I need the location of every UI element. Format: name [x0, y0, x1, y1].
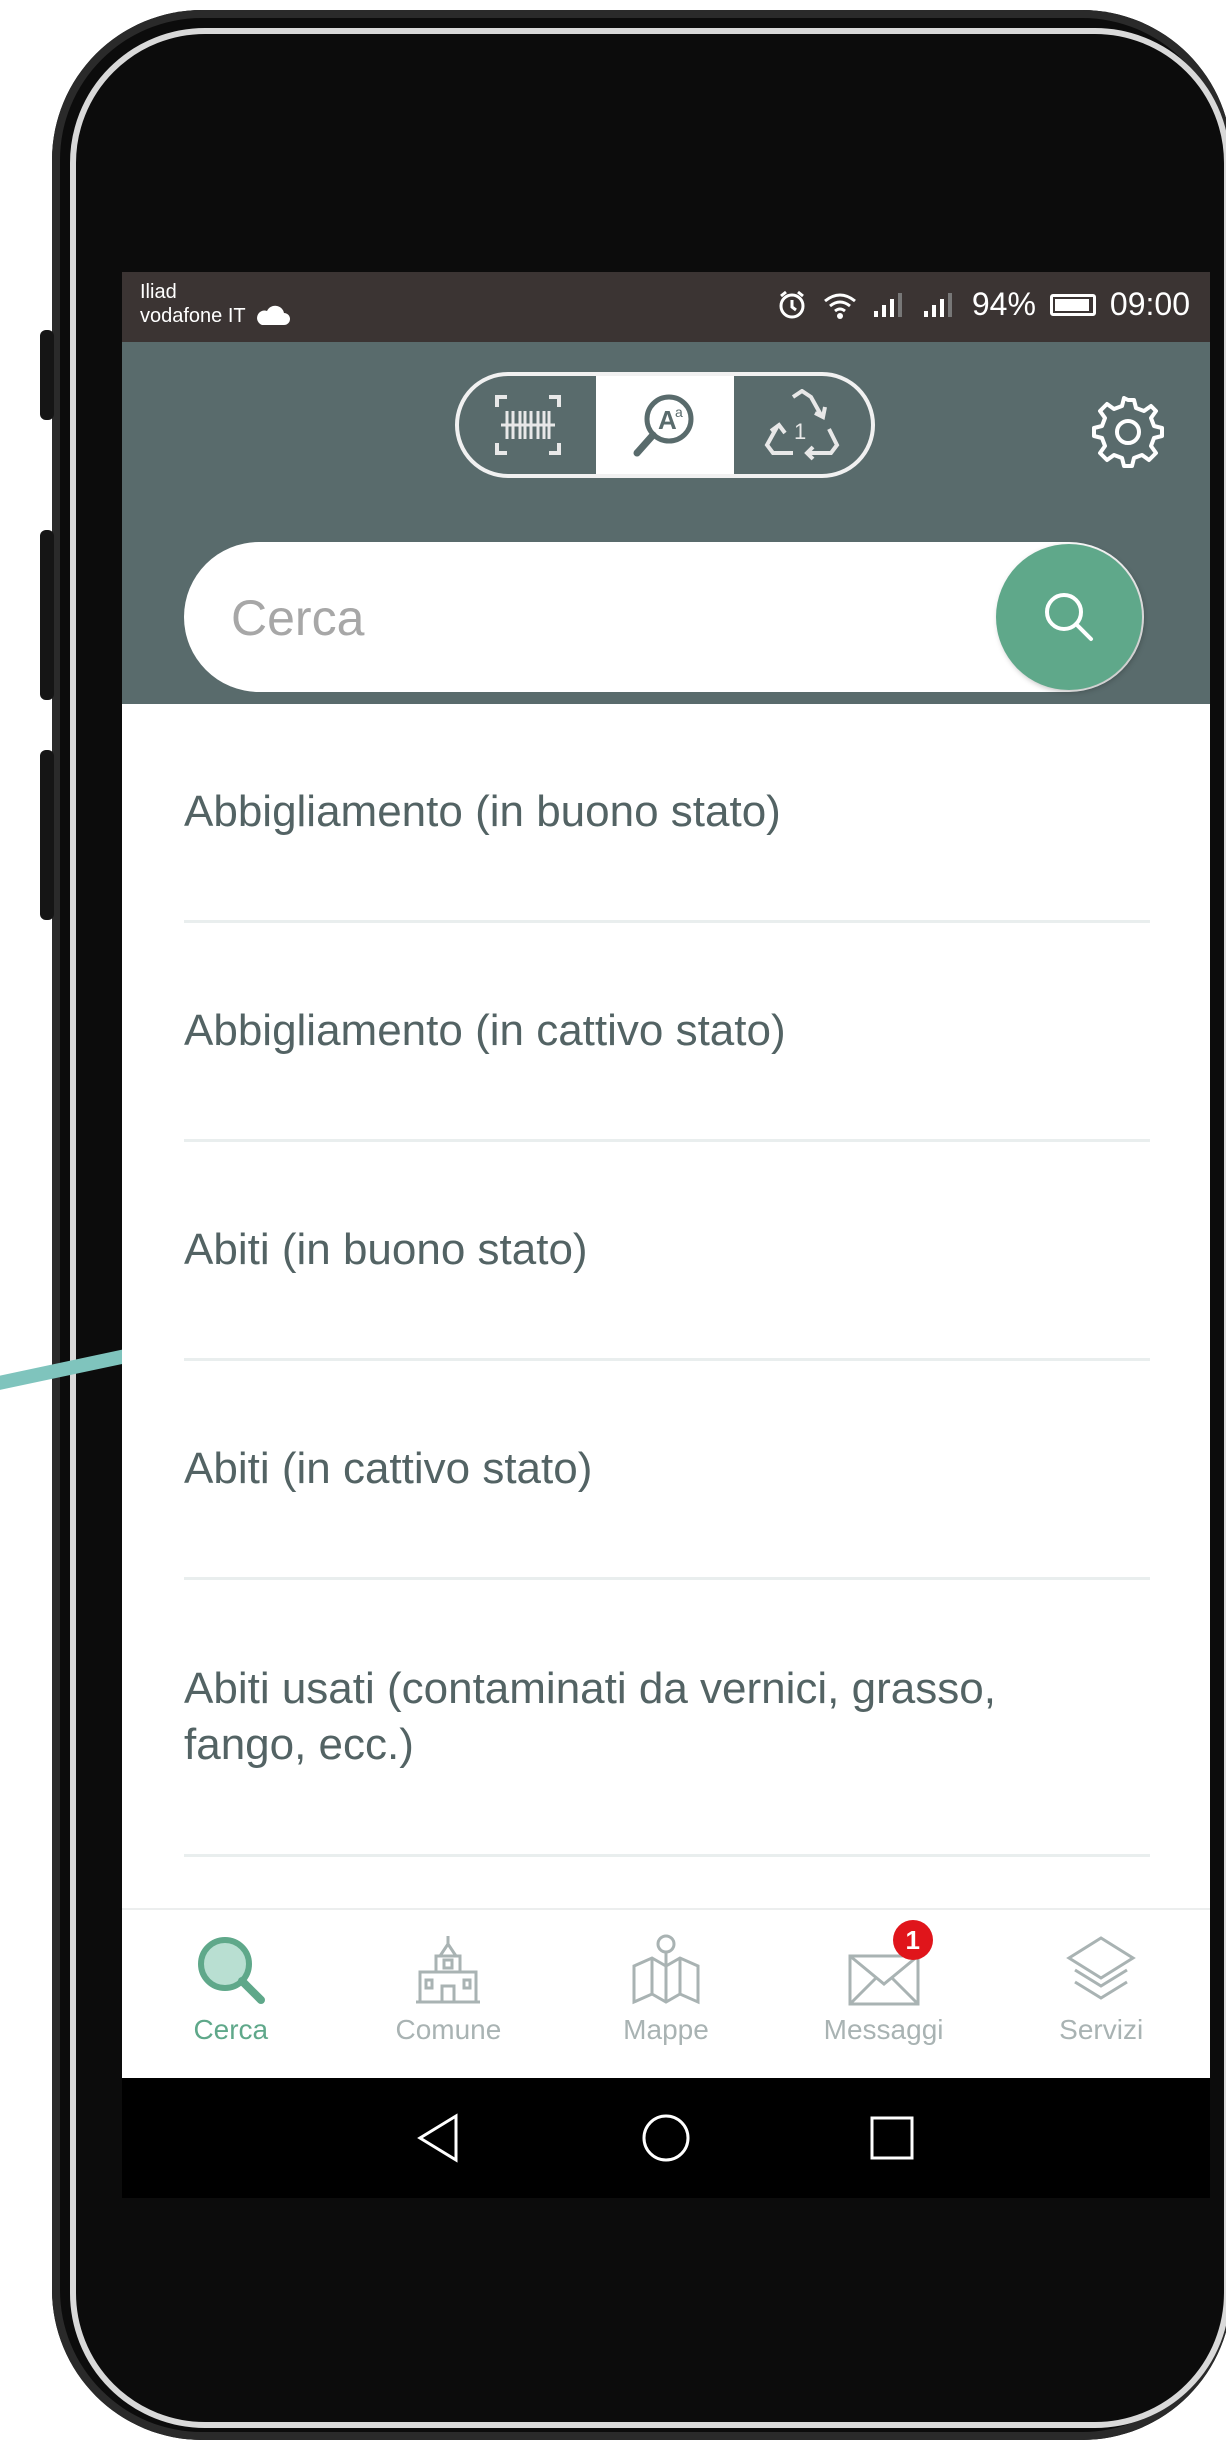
- alarm-icon: [779, 290, 805, 318]
- tab-messaggi[interactable]: 1 Messaggi: [775, 1910, 993, 2078]
- list-item-label: Abiti usati (contaminati da vernici, gra…: [184, 1664, 996, 1769]
- signal-icon: [873, 292, 902, 317]
- search-button[interactable]: [996, 544, 1142, 690]
- tab-cerca[interactable]: Cerca: [122, 1910, 340, 2078]
- town-hall-icon: [416, 1936, 481, 2004]
- search-icon: [197, 1937, 265, 2004]
- tab-label: Servizi: [1059, 2014, 1144, 2045]
- carrier-name: Iliad: [140, 281, 177, 303]
- tab-mappe[interactable]: Mappe: [557, 1910, 775, 2078]
- clock: 09:00: [1109, 286, 1190, 322]
- back-icon[interactable]: [412, 2110, 468, 2166]
- text-search-icon: A a: [633, 394, 694, 457]
- list-item[interactable]: Abiti (in buono stato): [184, 1142, 1150, 1361]
- search-input[interactable]: [229, 577, 933, 659]
- home-icon[interactable]: [638, 2110, 694, 2166]
- map-icon: [632, 1934, 700, 2005]
- wifi-icon: [823, 293, 856, 319]
- status-icons: 94% 09:00: [776, 286, 1190, 323]
- carrier-info: Iliad vodafone IT: [140, 280, 290, 328]
- recents-icon[interactable]: [864, 2110, 920, 2166]
- list-item-label: Abiti (in cattivo stato): [184, 1444, 593, 1493]
- tab-label: Messaggi: [823, 2014, 944, 2045]
- battery-percent: 94%: [971, 286, 1036, 322]
- tab-servizi[interactable]: Servizi: [992, 1910, 1210, 2078]
- tab-label: Comune: [395, 2014, 502, 2045]
- android-nav-bar: [122, 2078, 1210, 2198]
- svg-text:a: a: [675, 404, 683, 420]
- recycle-icon: 1: [764, 389, 840, 461]
- phone-volume-down: [40, 750, 54, 920]
- carrier-name-secondary: vodafone IT: [140, 305, 246, 327]
- list-item-label: Abiti (in buono stato): [184, 1225, 588, 1274]
- list-item[interactable]: Abiti usati (contaminati da vernici, gra…: [184, 1580, 1150, 1857]
- results-list: Abbigliamento (in buono stato) Abbigliam…: [184, 704, 1150, 1857]
- battery-icon: [1049, 293, 1096, 316]
- gear-icon: [1092, 396, 1164, 468]
- mode-text-search[interactable]: A a: [596, 376, 734, 474]
- mode-switcher: A a 1: [455, 372, 875, 478]
- mode-recycle[interactable]: 1: [734, 376, 871, 474]
- list-item[interactable]: Abiti (in cattivo stato): [184, 1361, 1150, 1580]
- signal-icon-secondary: [923, 292, 952, 317]
- tab-comune[interactable]: Comune: [340, 1910, 558, 2078]
- status-bar: Iliad vodafone IT 94% 09:00: [122, 272, 1210, 342]
- list-item[interactable]: Abbigliamento (in buono stato): [184, 704, 1150, 923]
- layers-icon: [1066, 1936, 1137, 2000]
- phone-screen: Iliad vodafone IT 94% 09:00 A a 1 Cerca …: [122, 272, 1210, 2198]
- search-icon: [1045, 593, 1093, 641]
- list-item-label: Abbigliamento (in cattivo stato): [184, 1006, 786, 1055]
- svg-text:1: 1: [794, 419, 806, 444]
- bottom-tab-bar: Cerca Comune Mappe 1 Messaggi Servizi: [122, 1908, 1210, 2078]
- tab-label: Mappe: [623, 2014, 709, 2045]
- cloud-icon: [256, 305, 290, 325]
- list-item-label: Abbigliamento (in buono stato): [184, 787, 781, 836]
- list-item[interactable]: Abbigliamento (in cattivo stato): [184, 923, 1150, 1142]
- app-header: A a 1: [122, 342, 1210, 704]
- unread-badge: 1: [892, 1920, 933, 1960]
- phone-volume-up: [40, 530, 54, 700]
- tab-label: Cerca: [193, 2014, 269, 2045]
- settings-button[interactable]: [1088, 392, 1168, 472]
- barcode-icon: [494, 395, 561, 455]
- phone-side-button: [40, 330, 54, 420]
- mode-barcode[interactable]: [459, 376, 596, 474]
- search-bar: [184, 542, 1144, 692]
